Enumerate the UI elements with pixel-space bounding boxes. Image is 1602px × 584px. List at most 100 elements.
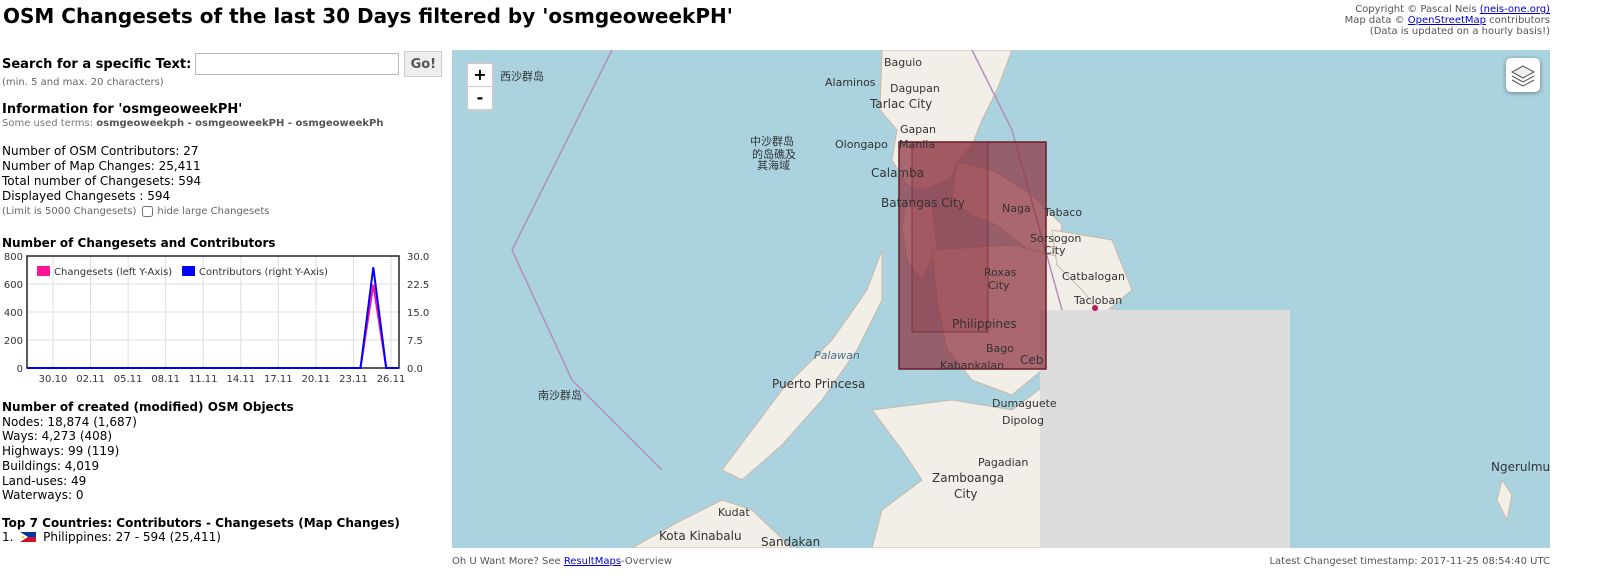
series-line-0 bbox=[27, 284, 399, 369]
buildings-count: Buildings: 4,019 bbox=[2, 458, 100, 473]
map-view[interactable]: 西沙群岛 Baguio Alaminos Dagupan Tarlac City… bbox=[452, 50, 1550, 548]
y-left-tick-label: 600 bbox=[4, 280, 23, 291]
search-row: Search for a specific Text: Go! bbox=[2, 51, 443, 77]
zoom-out-button[interactable]: - bbox=[468, 87, 492, 109]
y-left-tick-label: 200 bbox=[4, 336, 23, 347]
limit-note: (Limit is 5000 Changesets) bbox=[2, 206, 137, 217]
resultmaps-link[interactable]: ResultMaps bbox=[564, 556, 621, 567]
ways-count: Ways: 4,273 (408) bbox=[2, 429, 113, 444]
chart-title: Number of Changesets and Contributors bbox=[2, 236, 276, 250]
landuses-count: Land-uses: 49 bbox=[2, 473, 87, 488]
contributors-count: Number of OSM Contributors: 27 bbox=[2, 144, 199, 158]
used-terms: Some used terms: osmgeoweekph - osmgeowe… bbox=[2, 118, 383, 129]
map-label-zamboanga: Zamboanga bbox=[932, 471, 1005, 485]
map-label-roxas: Roxas bbox=[984, 266, 1017, 279]
x-tick-label: 02.11 bbox=[76, 374, 105, 385]
map-label-ngerulmud: Ngerulmud bbox=[1491, 460, 1550, 474]
map-label-gapan: Gapan bbox=[900, 123, 936, 136]
legend-label-1: Contributors (right Y-Axis) bbox=[199, 267, 328, 278]
changesets-chart: 800 30.0 600 22.5 400 15.0 200 7.5 0 0.0 30.10 02.1… bbox=[4, 252, 429, 385]
search-input[interactable] bbox=[195, 53, 400, 75]
terms-value: osmgeoweekph - osmgeoweekPH - osmgeoweek… bbox=[96, 118, 384, 129]
zoom-control: + - bbox=[466, 62, 494, 111]
palau-land bbox=[1496, 478, 1513, 522]
layers-button[interactable] bbox=[1506, 58, 1540, 92]
y-left-tick-label: 400 bbox=[4, 308, 23, 319]
search-hint: (min. 5 and max. 20 characters) bbox=[2, 77, 164, 88]
series-line-1 bbox=[27, 267, 399, 369]
search-label: Search for a specific Text: bbox=[2, 56, 192, 72]
more-maps-note: Oh U Want More? See ResultMaps-Overview bbox=[452, 556, 672, 567]
contributors-text: contributors bbox=[1486, 15, 1550, 26]
layers-icon bbox=[1510, 65, 1536, 87]
map-label-kabankalan: Kabankalan bbox=[940, 359, 1005, 372]
more-suffix: -Overview bbox=[621, 556, 672, 567]
hide-large-label: hide large Changesets bbox=[157, 206, 270, 217]
map-label-dumaguete: Dumaguete bbox=[992, 397, 1057, 410]
map-label-roxas-city: City bbox=[988, 279, 1010, 292]
x-tick-label: 23.11 bbox=[339, 374, 368, 385]
country-row: 1. Philippines: 27 - 594 (25,411) bbox=[2, 530, 400, 544]
country-rank: 1. bbox=[2, 530, 14, 544]
country-entry: Philippines: 27 - 594 (25,411) bbox=[43, 530, 221, 544]
latest-timestamp: Latest Changeset timestamp: 2017-11-25 0… bbox=[1269, 556, 1550, 567]
map-label-dipolog: Dipolog bbox=[1002, 414, 1045, 427]
neis-one-link[interactable]: (neis-one.org) bbox=[1480, 4, 1550, 15]
legend-label-0: Changesets (left Y-Axis) bbox=[54, 267, 172, 278]
map-label-batangas: Batangas City bbox=[881, 196, 965, 210]
y-left-tick-label: 0 bbox=[17, 364, 23, 375]
x-tick-label: 14.11 bbox=[226, 374, 255, 385]
update-note: (Data is updated on a hourly basis!) bbox=[1369, 26, 1550, 37]
map-label-catbalogan: Catbalogan bbox=[1062, 270, 1125, 283]
map-label-bago: Bago bbox=[986, 342, 1014, 355]
map-label-tarlac: Tarlac City bbox=[870, 97, 933, 111]
copyright-notice: Copyright © Pascal Neis (neis-one.org) M… bbox=[1345, 4, 1550, 37]
map-label-tabaco: Tabaco bbox=[1044, 206, 1083, 219]
map-label-kudat: Kudat bbox=[718, 506, 750, 519]
y-right-tick-label: 0.0 bbox=[407, 364, 423, 375]
y-left-tick-label: 800 bbox=[4, 252, 23, 263]
x-tick-label: 05.11 bbox=[114, 374, 143, 385]
zoom-in-button[interactable]: + bbox=[468, 64, 492, 87]
y-right-tick-label: 7.5 bbox=[407, 336, 423, 347]
copyright-text: Copyright © Pascal Neis bbox=[1355, 4, 1480, 15]
map-label-pagadian: Pagadian bbox=[978, 456, 1029, 469]
hide-large-checkbox[interactable] bbox=[142, 206, 154, 217]
legend-swatch-1 bbox=[182, 266, 195, 276]
map-label-alaminos: Alaminos bbox=[825, 76, 876, 89]
map-label-spratly: 南沙群岛 bbox=[538, 389, 582, 402]
info-title: Information for 'osmgeoweekPH' bbox=[2, 102, 243, 117]
page-title: OSM Changesets of the last 30 Days filte… bbox=[3, 4, 733, 28]
map-label-tacloban: Tacloban bbox=[1074, 294, 1123, 307]
x-tick-label: 30.10 bbox=[39, 374, 68, 385]
limit-row: (Limit is 5000 Changesets) hide large Ch… bbox=[2, 206, 269, 217]
y-right-tick-label: 22.5 bbox=[407, 280, 429, 291]
map-label-puerto-princesa: Puerto Princesa bbox=[772, 377, 866, 391]
map-label-naga: Naga bbox=[1002, 202, 1031, 215]
map-label-kota-kinabalu: Kota Kinabalu bbox=[659, 529, 742, 543]
openstreetmap-link[interactable]: OpenStreetMap bbox=[1408, 15, 1486, 26]
more-text: Oh U Want More? See bbox=[452, 556, 564, 567]
map-label-zamboanga-city: City bbox=[954, 487, 978, 501]
map-label-palawan: Palawan bbox=[814, 349, 860, 362]
osm-objects-block: Number of created (modified) OSM Objects… bbox=[2, 400, 294, 503]
displayed-changesets-count: Displayed Changesets : 594 bbox=[2, 189, 171, 203]
x-tick-label: 26.11 bbox=[377, 374, 406, 385]
y-right-tick-label: 30.0 bbox=[407, 252, 429, 263]
map-data-text: Map data © bbox=[1344, 15, 1408, 26]
map-label-olongapo: Olongapo bbox=[835, 138, 888, 151]
go-button[interactable]: Go! bbox=[404, 51, 443, 77]
total-changesets-count: Total number of Changesets: 594 bbox=[2, 174, 202, 188]
map-label-manila: Manila bbox=[899, 138, 936, 151]
map-label-zhongsha-3: 其海域 bbox=[757, 159, 790, 172]
philippines-flag-icon bbox=[20, 532, 37, 542]
map-label-philippines: Philippines bbox=[952, 317, 1017, 331]
boundary-line bbox=[511, 50, 663, 471]
x-tick-label: 11.11 bbox=[189, 374, 218, 385]
countries-title: Top 7 Countries: Contributors - Changese… bbox=[2, 516, 400, 530]
stats-block: Number of OSM Contributors: 27 Number of… bbox=[2, 144, 201, 204]
map-changes-count: Number of Map Changes: 25,411 bbox=[2, 159, 201, 173]
terms-label: Some used terms: bbox=[2, 118, 97, 129]
map-label-cebu: Ceb bbox=[1020, 353, 1044, 367]
highways-count: Highways: 99 (119) bbox=[2, 444, 120, 459]
